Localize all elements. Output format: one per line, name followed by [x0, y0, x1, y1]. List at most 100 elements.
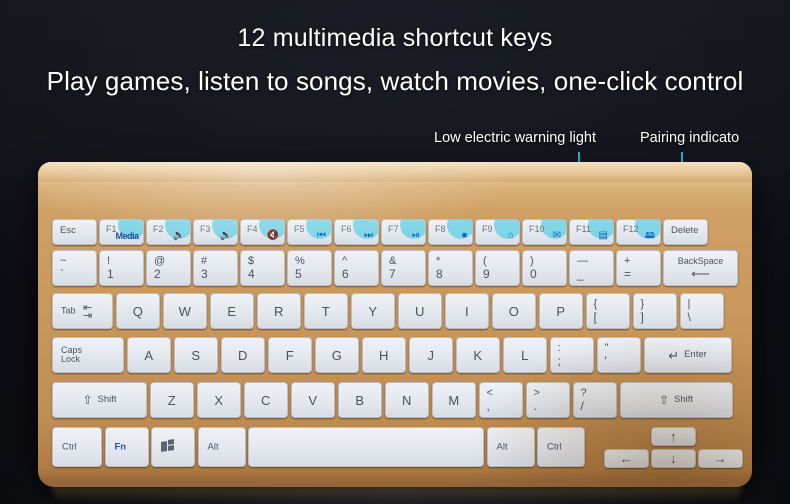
key-j[interactable]: J — [408, 337, 453, 373]
key-shift-right[interactable]: ⇧ Shift — [619, 382, 733, 418]
key-legend-bottom: 0 — [530, 267, 537, 281]
key-f8[interactable]: F8 ⏹ — [428, 219, 473, 245]
key-arrow-left[interactable]: ← — [604, 448, 649, 468]
key-legend-top: < — [486, 387, 493, 399]
key-f10[interactable]: F10 ✉ — [522, 219, 567, 245]
key-enter[interactable]: ↵ Enter — [643, 337, 732, 373]
key-f4[interactable]: F4 🔇 — [240, 219, 285, 245]
key-m[interactable]: M — [431, 382, 476, 418]
key-label: Esc — [60, 225, 76, 236]
key-windows[interactable] — [151, 427, 195, 467]
key-h[interactable]: H — [361, 337, 406, 373]
key-legend-top: ^ — [342, 255, 348, 267]
key-x[interactable]: X — [196, 382, 241, 418]
key-w[interactable]: W — [162, 293, 207, 329]
key-y[interactable]: Y — [350, 293, 395, 329]
key-q[interactable]: Q — [115, 293, 160, 329]
key-5[interactable]: % 5 — [287, 250, 332, 286]
key-7[interactable]: & 7 — [381, 250, 426, 286]
key-s[interactable]: S — [173, 337, 218, 373]
key-9[interactable]: (9 — [475, 250, 520, 286]
key-r[interactable]: R — [256, 293, 301, 329]
key-key[interactable]: {[ — [585, 293, 630, 329]
key-f11[interactable]: F11 ▤ — [569, 219, 614, 245]
key-6[interactable]: ^ 6 — [334, 250, 379, 286]
key-f[interactable]: F — [267, 337, 312, 373]
key-esc[interactable]: Esc — [52, 219, 97, 245]
key-1[interactable]: ! 1 — [99, 250, 144, 286]
key-f7[interactable]: F7 ⏯ — [381, 219, 426, 245]
key-i[interactable]: I — [444, 293, 489, 329]
shift-arrow-icon: ⇧ — [82, 393, 93, 407]
key-alt-left[interactable]: Alt — [197, 427, 246, 467]
key-ctrl-right[interactable]: Ctrl — [537, 427, 585, 467]
key-0[interactable]: ) 0 — [522, 250, 567, 286]
key-v[interactable]: V — [290, 382, 335, 418]
fkey-label: F5 — [294, 224, 305, 234]
key-f9[interactable]: F9 ⌂ — [475, 219, 520, 245]
key-key[interactable]: + = — [616, 250, 661, 286]
key-delete[interactable]: Delete — [663, 219, 708, 245]
key-l[interactable]: L — [502, 337, 547, 373]
key-f2[interactable]: F2 🔉 — [146, 219, 191, 245]
key-p[interactable]: P — [538, 293, 583, 329]
key-2[interactable]: @2 — [146, 250, 191, 286]
key-label: Alt — [496, 441, 508, 453]
key-f12[interactable]: F12 🖴 — [616, 219, 661, 245]
stop-icon: ⏹ — [462, 230, 467, 241]
key-k[interactable]: K — [455, 337, 500, 373]
key-backslash[interactable]: | \ — [679, 293, 724, 329]
key-key[interactable]: }] — [632, 293, 677, 329]
key-label: Caps Lock — [61, 345, 83, 364]
key-quote[interactable]: " ' — [596, 337, 641, 373]
key-key[interactable]: — _ — [569, 250, 614, 286]
key-t[interactable]: T — [303, 293, 348, 329]
key-legend-top: — — [577, 255, 588, 267]
key-4[interactable]: $4 — [240, 250, 285, 286]
my-computer-icon: 🖴 — [644, 230, 655, 241]
key-alt-right[interactable]: Alt — [486, 427, 535, 467]
key-o[interactable]: O — [491, 293, 536, 329]
key-c[interactable]: C — [243, 382, 288, 418]
key-g[interactable]: G — [314, 337, 359, 373]
key-slash[interactable]: ? / — [572, 382, 617, 418]
key-e[interactable]: E — [209, 293, 254, 329]
key-legend-top: { — [593, 298, 598, 310]
key-8[interactable]: * 8 — [428, 250, 473, 286]
key-shift-left[interactable]: ⇧ Shift — [52, 382, 147, 418]
key-label: S — [191, 347, 201, 363]
key-legend-bottom: ' — [604, 354, 607, 368]
key-key[interactable]: ~ ` — [52, 250, 97, 286]
key-d[interactable]: D — [220, 337, 265, 373]
key-backspace[interactable]: BackSpace ⟵ — [663, 250, 738, 286]
key-z[interactable]: Z — [149, 382, 194, 418]
key-a[interactable]: A — [126, 337, 171, 373]
key-fn[interactable]: Fn — [104, 427, 149, 467]
key-arrow-down[interactable]: ↓ — [651, 448, 696, 468]
key-arrow-up[interactable]: ↑ — [651, 427, 696, 446]
key-label: N — [402, 392, 412, 408]
key-u[interactable]: U — [397, 293, 442, 329]
key-label: Y — [368, 303, 378, 319]
key-arrow-right[interactable]: → — [698, 448, 743, 468]
key-ctrl-left[interactable]: Ctrl — [52, 427, 102, 467]
key-legend-top: ! — [107, 255, 111, 267]
key-f3[interactable]: F3 🔊 — [193, 219, 238, 245]
key-n[interactable]: N — [384, 382, 429, 418]
key-semicolon[interactable]: :; — [549, 337, 594, 373]
key-b[interactable]: B — [337, 382, 382, 418]
key-f5[interactable]: F5 ⏮ — [287, 219, 332, 245]
key-legend-top: ? — [580, 387, 587, 399]
key-f1[interactable]: F1 Media — [99, 219, 144, 245]
key-legend-bottom: , — [486, 399, 490, 413]
key-comma[interactable]: <, — [478, 382, 523, 418]
key-f6[interactable]: F6 ⏭ — [334, 219, 379, 245]
key-3[interactable]: #3 — [193, 250, 238, 286]
key-caps-lock[interactable]: Caps Lock — [52, 337, 124, 373]
calculator-icon: ▤ — [598, 230, 608, 241]
key-tab[interactable]: Tab ⇤ ⇥ — [52, 293, 113, 329]
fkey-label: F10 — [529, 224, 545, 234]
key-space[interactable] — [248, 427, 484, 467]
key-period[interactable]: >. — [525, 382, 570, 418]
key-legend-top: > — [533, 387, 540, 399]
